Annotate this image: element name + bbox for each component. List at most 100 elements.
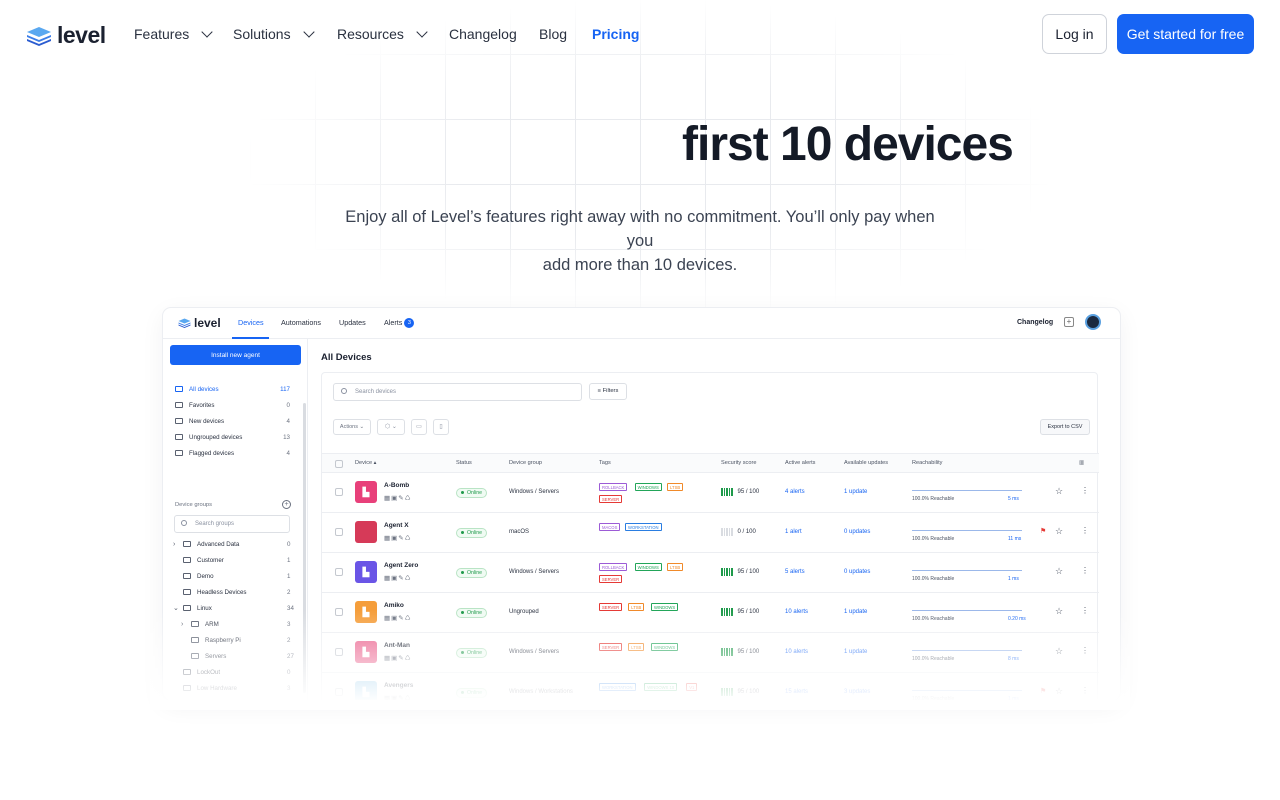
more-options-icon[interactable]: ⋮ (1081, 486, 1089, 495)
app-tab-devices[interactable]: Devices (238, 318, 264, 327)
sidebar-item-flagged-devices[interactable]: Flagged devices 4 (175, 446, 290, 460)
actions-dropdown[interactable]: Actions ⌄ (333, 419, 371, 435)
column-reachability[interactable]: Reachability (912, 460, 942, 466)
table-row[interactable]: ▙ Amiko ▦▣✎♺ Online Ungrouped SERVER LTSB WINDO… (322, 593, 1099, 633)
search-groups-input[interactable]: Search groups (174, 515, 290, 533)
group-item-headless-devices[interactable]: Headless Devices 2 (173, 585, 323, 599)
nav-changelog[interactable]: Changelog (449, 26, 517, 42)
active-alerts-link[interactable]: 10 alerts (785, 609, 808, 615)
nav-pricing[interactable]: Pricing (592, 26, 639, 42)
available-updates-link[interactable]: 0 updates (844, 529, 870, 535)
avatar[interactable] (1085, 314, 1101, 330)
table-row[interactable]: ▙ Agent Zero ▦▣✎♺ Online Windows / Servers RO… (322, 553, 1099, 593)
more-options-icon[interactable]: ⋮ (1081, 686, 1089, 695)
column-tags[interactable]: Tags (599, 460, 611, 466)
folder-icon[interactable]: ▭ (411, 419, 427, 435)
login-button[interactable]: Log in (1042, 14, 1107, 54)
device-name[interactable]: Amiko (384, 602, 404, 609)
table-row[interactable]: ▙ Avengers ▦▣✎♺ Online Windows / Workstation… (322, 673, 1099, 700)
active-alerts-link[interactable]: 1 alert (785, 529, 802, 535)
available-updates-link[interactable]: 1 update (844, 489, 867, 495)
available-updates-link[interactable]: 1 update (844, 649, 867, 655)
more-options-icon[interactable]: ⋮ (1081, 526, 1089, 535)
chevron-right-icon[interactable]: › (173, 541, 183, 548)
app-tab-alerts[interactable]: Alerts 3 (384, 318, 415, 329)
add-group-icon[interactable]: + (282, 500, 291, 509)
device-quick-actions-icons[interactable]: ▦▣✎♺ (384, 574, 412, 582)
star-icon[interactable]: ☆ (1055, 606, 1063, 617)
row-checkbox[interactable] (335, 688, 343, 696)
active-alerts-link[interactable]: 10 alerts (785, 649, 808, 655)
active-alerts-link[interactable]: 4 alerts (785, 489, 805, 495)
more-options-icon[interactable]: ⋮ (1081, 566, 1089, 575)
star-icon[interactable]: ☆ (1055, 486, 1063, 497)
app-changelog-link[interactable]: Changelog (1017, 319, 1053, 326)
device-name[interactable]: Agent X (384, 522, 409, 529)
device-name[interactable]: A-Bomb (384, 482, 409, 489)
nav-blog[interactable]: Blog (539, 26, 567, 42)
app-tab-updates[interactable]: Updates (339, 318, 366, 327)
more-options-icon[interactable]: ⋮ (1081, 606, 1089, 615)
active-alerts-link[interactable]: 5 alerts (785, 569, 805, 575)
row-checkbox[interactable] (335, 648, 343, 656)
column-available-updates[interactable]: Available updates (844, 460, 888, 466)
install-agent-button[interactable]: Install new agent (170, 345, 301, 365)
group-item-lockout[interactable]: LockOut 0 (173, 665, 323, 679)
group-item-demo[interactable]: Demo 1 (173, 569, 323, 583)
group-item-advanced-data[interactable]: › Advanced Data 0 (173, 537, 323, 551)
flag-icon[interactable]: ⚑ (1040, 527, 1046, 535)
device-quick-actions-icons[interactable]: ▦▣✎♺ (384, 694, 412, 700)
select-all-checkbox[interactable] (335, 460, 343, 468)
available-updates-link[interactable]: 3 updates (844, 689, 870, 695)
sidebar-item-all-devices[interactable]: All devices 117 (175, 382, 290, 396)
column-active-alerts[interactable]: Active alerts (785, 460, 815, 466)
sidebar-item-ungrouped-devices[interactable]: Ungrouped devices 13 (175, 430, 290, 444)
column-device[interactable]: Device ▴ (355, 460, 376, 466)
group-item-macos[interactable]: ⌄macOS17 (173, 697, 323, 700)
sidebar-item-favorites[interactable]: Favorites 0 (175, 398, 290, 412)
search-devices-input[interactable]: Search devices (333, 383, 582, 401)
nav-features[interactable]: Features (134, 26, 213, 42)
column-status[interactable]: Status (456, 460, 472, 466)
columns-toggle-icon[interactable]: ▥ (1079, 460, 1084, 466)
row-checkbox[interactable] (335, 568, 343, 576)
flag-icon[interactable]: ⚑ (1040, 687, 1046, 695)
column-device-group[interactable]: Device group (509, 460, 542, 466)
group-item-linux[interactable]: ⌄ Linux 34 (173, 601, 323, 615)
app-tab-automations[interactable]: Automations (281, 318, 321, 327)
nav-solutions[interactable]: Solutions (233, 26, 315, 42)
star-icon[interactable]: ☆ (1055, 686, 1063, 697)
export-csv-button[interactable]: Export to CSV (1040, 419, 1090, 435)
device-quick-actions-icons[interactable]: ▦▣✎♺ (384, 614, 412, 622)
device-name[interactable]: Ant-Man (384, 642, 410, 649)
table-row[interactable]: ▙ Ant-Man ▦▣✎♺ Online Windows / Servers SERVE… (322, 633, 1099, 673)
available-updates-link[interactable]: 1 update (844, 609, 867, 615)
device-name[interactable]: Avengers (384, 682, 413, 689)
trash-icon[interactable]: ▯ (433, 419, 449, 435)
row-checkbox[interactable] (335, 488, 343, 496)
device-name[interactable]: Agent Zero (384, 562, 418, 569)
device-quick-actions-icons[interactable]: ▦▣✎♺ (384, 654, 412, 662)
level-logo[interactable]: level (26, 22, 106, 49)
available-updates-link[interactable]: 0 updates (844, 569, 870, 575)
column-security-score[interactable]: Security score (721, 460, 756, 466)
device-quick-actions-icons[interactable]: ▦▣✎♺ (384, 494, 412, 502)
tag-tool-button[interactable]: ⬡ ⌄ (377, 419, 405, 435)
filters-button[interactable]: ≡ Filters (589, 383, 627, 400)
table-row[interactable]: ▙ A-Bomb ▦▣✎♺ Online Windows / Servers ROLLBA… (322, 473, 1099, 513)
group-item-low-hardware[interactable]: Low Hardware 3 (173, 681, 323, 695)
group-item-customer[interactable]: Customer 1 (173, 553, 323, 567)
chevron-down-icon[interactable]: ⌄ (173, 604, 183, 612)
star-icon[interactable]: ☆ (1055, 646, 1063, 657)
get-started-button[interactable]: Get started for free (1117, 14, 1254, 54)
chevron-right-icon[interactable]: › (181, 621, 191, 628)
row-checkbox[interactable] (335, 608, 343, 616)
active-alerts-link[interactable]: 15 alerts (785, 689, 808, 695)
sidebar-scrollbar[interactable] (303, 403, 306, 693)
table-row[interactable]: Agent X ▦▣✎♺ Online macOS MACOS WORKSTATION 0 … (322, 513, 1099, 553)
plus-icon[interactable]: + (1064, 317, 1074, 327)
device-quick-actions-icons[interactable]: ▦▣✎♺ (384, 534, 412, 542)
more-options-icon[interactable]: ⋮ (1081, 646, 1089, 655)
nav-resources[interactable]: Resources (337, 26, 428, 42)
row-checkbox[interactable] (335, 528, 343, 536)
